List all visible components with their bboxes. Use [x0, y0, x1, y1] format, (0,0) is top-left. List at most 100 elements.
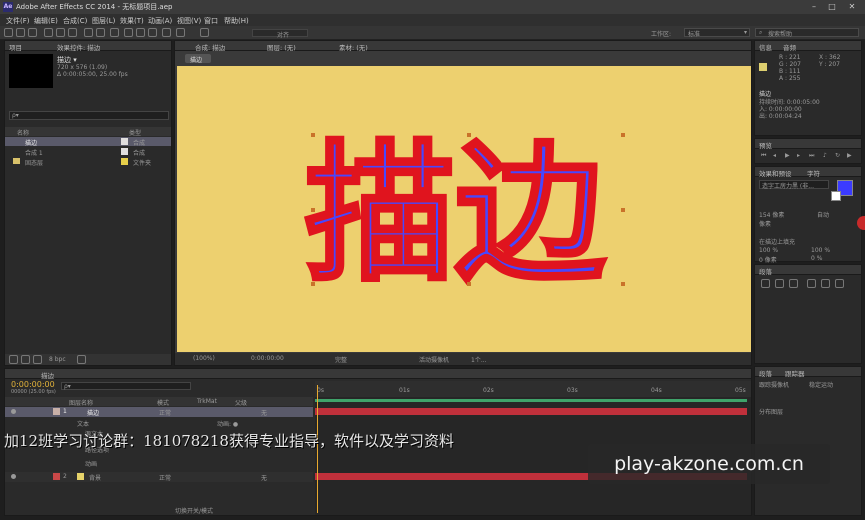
stabilize-button[interactable]: 稳定运动 — [809, 380, 833, 389]
blend-mode-select[interactable]: 正常 — [159, 473, 171, 482]
rotate-tool-icon[interactable] — [44, 28, 53, 37]
font-size-field[interactable]: 154 像素 — [759, 210, 784, 219]
tab-paragraph[interactable]: 段落 — [759, 266, 772, 276]
timeline-search-input[interactable]: ρ▾ — [61, 382, 191, 390]
eraser-tool-icon[interactable] — [148, 28, 157, 37]
play-icon[interactable]: ▶ — [785, 152, 790, 159]
animate-menu[interactable]: 动画: ● — [217, 419, 238, 428]
justify-center-icon[interactable] — [821, 279, 830, 288]
track-camera-button[interactable]: 跟踪摄像机 — [759, 380, 789, 389]
puppet-tool-icon[interactable] — [176, 28, 185, 37]
menu-help[interactable]: 帮助(H) — [224, 16, 249, 26]
menu-animation[interactable]: 动画(A) — [148, 16, 172, 26]
interpret-footage-icon[interactable] — [9, 355, 18, 364]
bounding-handle[interactable] — [311, 208, 315, 212]
eye-icon[interactable] — [11, 474, 16, 479]
zoom-select[interactable]: (100%) — [193, 355, 215, 362]
align-center-icon[interactable] — [775, 279, 784, 288]
horizontal-scale-field[interactable]: 100 % — [811, 247, 830, 254]
roto-brush-tool-icon[interactable] — [162, 28, 171, 37]
close-button[interactable]: ✕ — [846, 1, 858, 12]
menu-view[interactable]: 视图(V) — [177, 16, 201, 26]
stroke-option-select[interactable]: 在描边上填充 — [759, 237, 795, 246]
project-item[interactable]: 固态层 文件夹 — [5, 157, 171, 167]
new-folder-icon[interactable] — [21, 355, 30, 364]
workspace-select[interactable]: 标准 ▾ — [684, 28, 750, 38]
maximize-button[interactable]: □ — [826, 1, 838, 12]
menu-file[interactable]: 文件(F) — [6, 16, 30, 26]
project-item[interactable]: 描边 合成 — [5, 137, 171, 147]
property-animation[interactable]: 动画 — [85, 459, 97, 468]
minimize-button[interactable]: – — [808, 1, 820, 12]
prev-frame-icon[interactable]: ◂ — [773, 152, 776, 159]
timeline-layer-row[interactable]: 2 背景 正常 无 — [5, 472, 313, 482]
timecode-display[interactable]: 0:00:00:00 — [251, 355, 284, 362]
bounding-handle[interactable] — [621, 282, 625, 286]
type-tool-icon[interactable] — [110, 28, 119, 37]
tab-tracker[interactable]: 跟踪器 — [785, 368, 805, 378]
help-search-input[interactable]: ⌕ 搜索帮助 — [755, 28, 859, 38]
composition-canvas[interactable]: 描边 — [177, 66, 751, 352]
brush-tool-icon[interactable] — [124, 28, 133, 37]
tab-character[interactable]: 字符 — [807, 168, 820, 178]
ram-preview-icon[interactable]: ▶ — [847, 152, 852, 159]
tab-effects-presets[interactable]: 效果和预设 — [759, 168, 792, 178]
bounding-handle[interactable] — [467, 133, 471, 137]
time-ruler[interactable]: 0s 01s 02s 03s 04s 05s — [315, 381, 751, 397]
camera-tool-icon[interactable] — [56, 28, 65, 37]
tab-composition[interactable]: 合成: 描边 — [195, 42, 225, 52]
bounding-handle[interactable] — [311, 133, 315, 137]
pen-tool-icon[interactable] — [96, 28, 105, 37]
tab-layer[interactable]: 图层: (无) — [267, 42, 296, 52]
layer-duration-bar[interactable] — [315, 408, 747, 415]
tab-project[interactable]: 项目 — [9, 42, 22, 52]
next-frame-icon[interactable]: ▸ — [797, 152, 800, 159]
loop-icon[interactable]: ↻ — [835, 152, 840, 159]
align-field[interactable]: 对齐 — [252, 29, 308, 39]
baseline-shift-field[interactable]: 0 像素 — [759, 255, 777, 264]
tab-align[interactable]: 段落 — [759, 368, 772, 378]
kerning-field[interactable]: 像素 — [759, 219, 771, 228]
bounding-handle[interactable] — [311, 282, 315, 286]
zoom-tool-icon[interactable] — [28, 28, 37, 37]
camera-select[interactable]: 活动摄像机 — [419, 355, 449, 364]
hand-tool-icon[interactable] — [16, 28, 25, 37]
font-select[interactable]: 造字工房力黑 (非... — [759, 180, 829, 190]
first-frame-icon[interactable]: ⏮ — [761, 152, 766, 160]
timeline-timecode[interactable]: 0:00:00:00 — [11, 380, 55, 389]
views-select[interactable]: 1个... — [471, 355, 487, 364]
toggle-switches-modes[interactable]: 切换开关/模式 — [175, 506, 213, 515]
timeline-layer-row[interactable]: 1 描边 正常 无 — [5, 407, 313, 417]
align-left-icon[interactable] — [761, 279, 770, 288]
comp-breadcrumb[interactable]: 描边 — [185, 54, 211, 64]
tab-footage[interactable]: 素材: (无) — [339, 42, 368, 52]
menu-composition[interactable]: 合成(C) — [63, 16, 87, 26]
tab-effect-controls[interactable]: 效果控件: 描边 — [57, 42, 100, 52]
tab-preview[interactable]: 预览 — [759, 140, 772, 150]
align-right-icon[interactable] — [789, 279, 798, 288]
menu-layer[interactable]: 图层(L) — [92, 16, 115, 26]
vertical-scale-field[interactable]: 100 % — [759, 247, 778, 254]
audio-icon[interactable]: ♪ — [823, 152, 827, 159]
justify-all-icon[interactable] — [835, 279, 844, 288]
selection-tool-icon[interactable] — [4, 28, 13, 37]
tab-audio[interactable]: 音频 — [783, 42, 796, 52]
property-text[interactable]: 文本 — [77, 419, 89, 428]
justify-left-icon[interactable] — [807, 279, 816, 288]
bounding-handle[interactable] — [621, 133, 625, 137]
tsume-field[interactable]: 0 % — [811, 255, 822, 262]
parent-select[interactable]: 无 — [261, 473, 267, 482]
menu-effect[interactable]: 效果(T) — [120, 16, 144, 26]
snap-checkbox[interactable] — [200, 28, 209, 37]
stroke-color-swatch[interactable] — [831, 191, 841, 201]
bounding-handle[interactable] — [621, 208, 625, 212]
trash-icon[interactable] — [77, 355, 86, 364]
clone-tool-icon[interactable] — [136, 28, 145, 37]
bounding-handle[interactable] — [467, 282, 471, 286]
parent-select[interactable]: 无 — [261, 408, 267, 417]
tab-info[interactable]: 信息 — [759, 42, 772, 52]
project-search-input[interactable]: ρ▾ — [9, 111, 169, 120]
new-comp-icon[interactable] — [33, 355, 42, 364]
project-item[interactable]: 合成 1 合成 — [5, 147, 171, 157]
menu-edit[interactable]: 编辑(E) — [34, 16, 58, 26]
